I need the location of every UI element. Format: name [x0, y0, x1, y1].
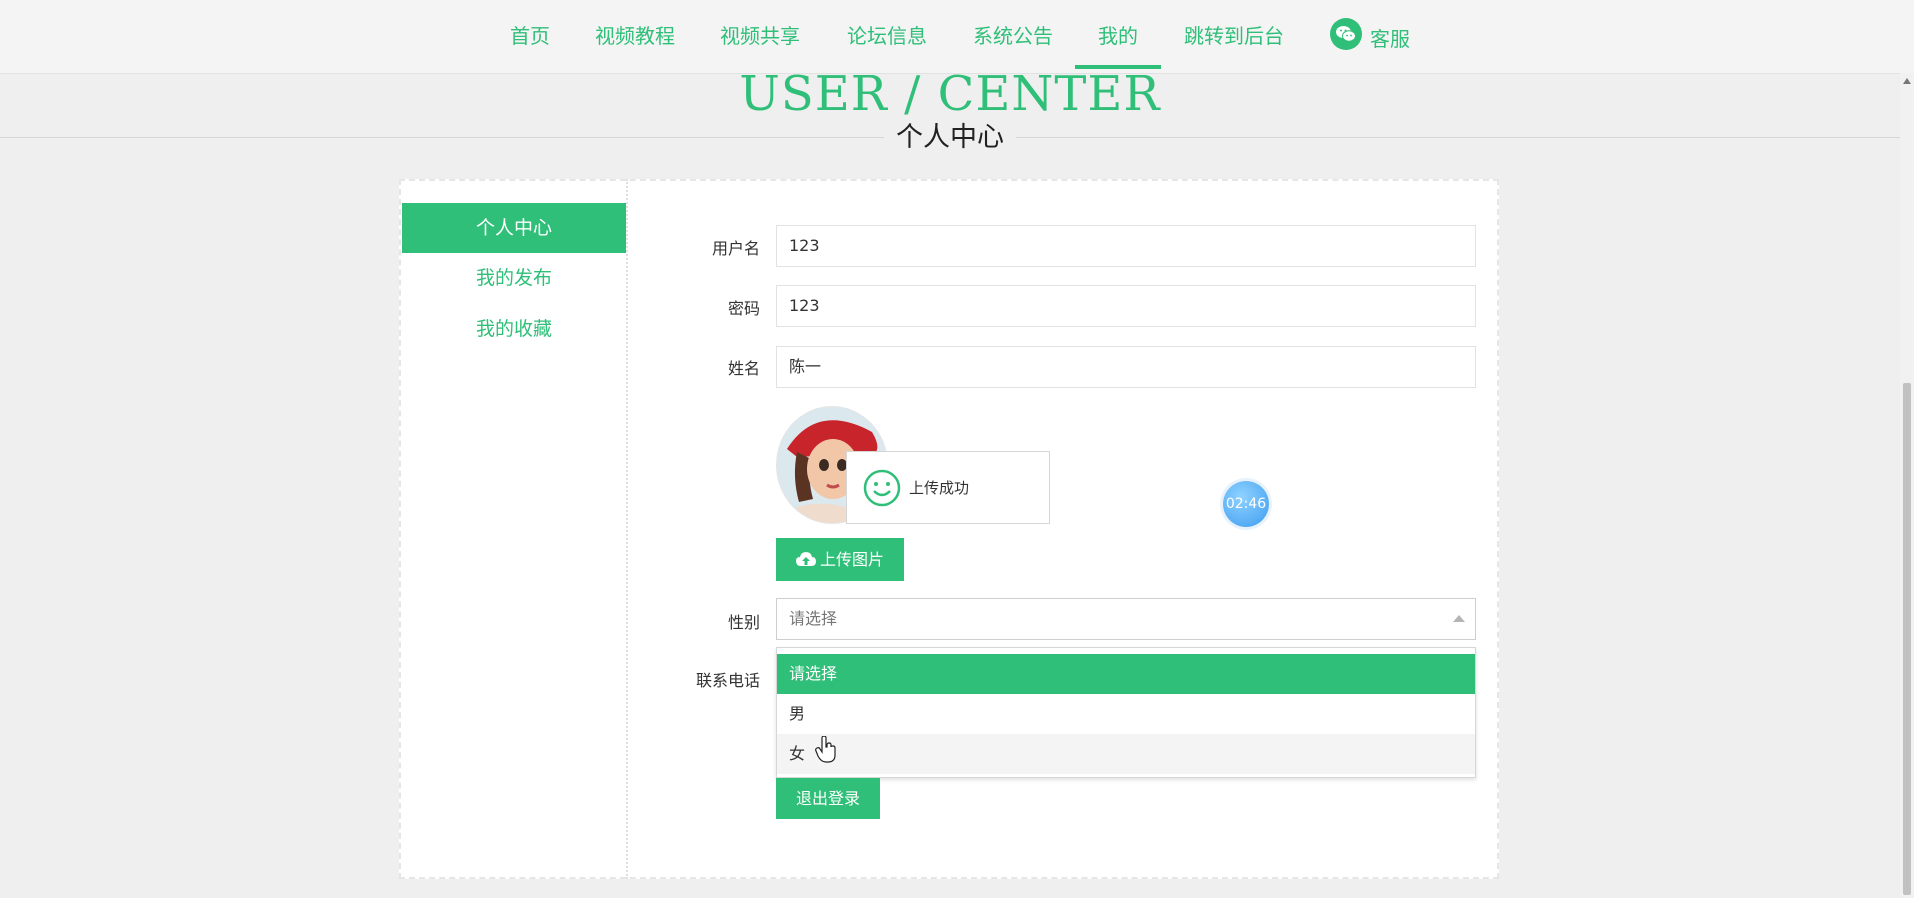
logout-button[interactable]: 退出登录: [776, 778, 880, 819]
upload-image-button[interactable]: 上传图片: [776, 538, 904, 581]
page-subtitle-text: 个人中心: [884, 122, 1016, 153]
page-subtitle: 个人中心: [0, 120, 1900, 156]
smile-icon: [863, 469, 901, 507]
password-label: 密码: [727, 299, 760, 318]
scroll-thumb[interactable]: [1903, 383, 1911, 895]
cloud-upload-icon: [796, 552, 816, 566]
gender-dropdown: 请选择 男 女: [776, 647, 1476, 778]
password-input[interactable]: 123: [776, 285, 1476, 327]
name-input[interactable]: 陈一: [776, 346, 1476, 388]
toast-text: 上传成功: [909, 479, 970, 497]
gender-label: 性别: [727, 613, 760, 632]
scrollbar[interactable]: [1900, 73, 1914, 898]
gender-option-placeholder[interactable]: 请选择: [777, 654, 1475, 694]
gender-option-male[interactable]: 男: [777, 694, 1475, 734]
nav-item-video-tutorials[interactable]: 视频教程: [590, 0, 680, 73]
sidebar-item-profile[interactable]: 个人中心: [402, 203, 626, 253]
name-label: 姓名: [727, 359, 760, 378]
nav-item-forum[interactable]: 论坛信息: [840, 0, 934, 73]
nav-item-announcements[interactable]: 系统公告: [966, 0, 1060, 73]
caret-up-icon: [1453, 615, 1465, 622]
nav-item-video-share[interactable]: 视频共享: [714, 0, 806, 73]
gender-select-value: 请选择: [789, 609, 838, 628]
nav-item-admin[interactable]: 跳转到后台: [1178, 0, 1290, 73]
gender-select[interactable]: 请选择: [776, 598, 1476, 640]
floating-timer[interactable]: 02:46: [1223, 481, 1269, 527]
gender-option-female[interactable]: 女: [777, 734, 1475, 774]
phone-label: 联系电话: [695, 671, 760, 690]
hand-cursor-icon: [815, 736, 836, 763]
nav-item-home[interactable]: 首页: [500, 0, 560, 73]
scroll-up-icon[interactable]: [1903, 78, 1911, 84]
wechat-icon[interactable]: [1330, 18, 1362, 50]
username-label: 用户名: [711, 239, 760, 258]
page-title: USER / CENTER: [739, 66, 1161, 122]
sidebar-item-my-posts[interactable]: 我的发布: [402, 253, 626, 303]
upload-image-label: 上传图片: [820, 550, 885, 569]
sidebar-item-my-favorites[interactable]: 我的收藏: [402, 304, 626, 354]
nav-item-mine[interactable]: 我的: [1075, 0, 1161, 73]
username-input[interactable]: 123: [776, 225, 1476, 267]
top-nav: 首页 视频教程 视频共享 论坛信息 系统公告 我的 跳转到后台 客服: [0, 0, 1914, 74]
upload-success-toast: 上传成功: [846, 451, 1050, 524]
